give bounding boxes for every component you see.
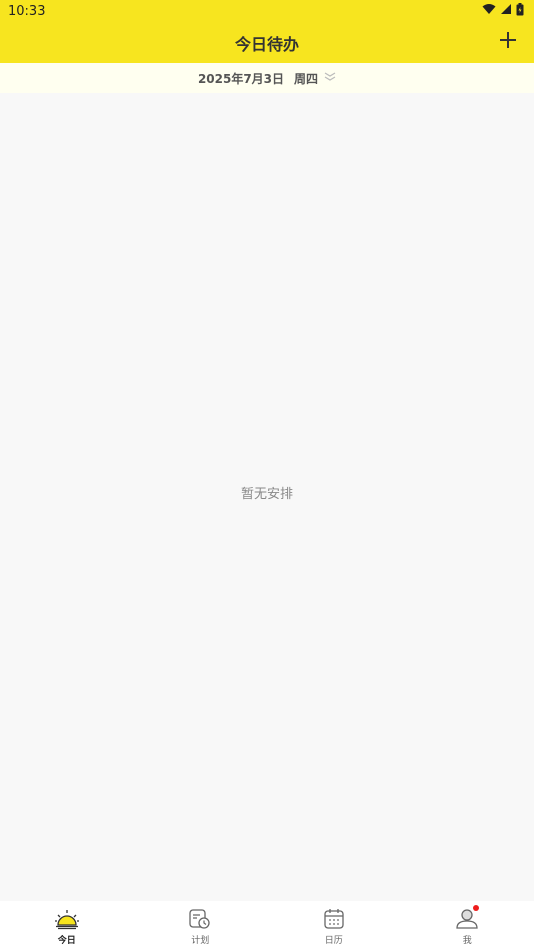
notification-badge [472,905,479,911]
date-selector[interactable]: 2025年7月3日 周四 [0,63,534,93]
empty-state-text: 暂无安排 [240,487,293,502]
calendar-icon [321,907,347,931]
plan-clock-icon [187,907,213,931]
signal-icon [500,3,512,19]
tab-me[interactable]: 我 [401,901,534,949]
tab-label: 日历 [324,936,343,946]
bottom-tab-bar: 今日 计划 日历 我 [0,901,534,949]
status-icons [482,2,524,20]
battery-icon [516,2,524,20]
weekday-label: 周四 [294,71,319,86]
add-button[interactable] [496,30,520,54]
status-time: 10:33 [8,3,46,19]
plus-icon [499,31,517,53]
wifi-icon [482,3,496,19]
app-bar: 今日待办 [0,22,534,63]
tab-label: 我 [462,936,472,946]
todo-list-area: 暂无安排 [0,93,534,901]
tab-calendar[interactable]: 日历 [267,901,401,949]
tab-today[interactable]: 今日 [0,901,134,949]
sun-icon [54,907,80,931]
tab-label: 计划 [191,936,210,946]
page-title: 今日待办 [234,34,299,54]
date-label: 2025年7月3日 [197,71,285,86]
tab-label: 今日 [57,936,76,946]
status-bar: 10:33 [0,0,534,22]
tab-plan[interactable]: 计划 [134,901,268,949]
double-chevron-down-icon [324,71,336,85]
